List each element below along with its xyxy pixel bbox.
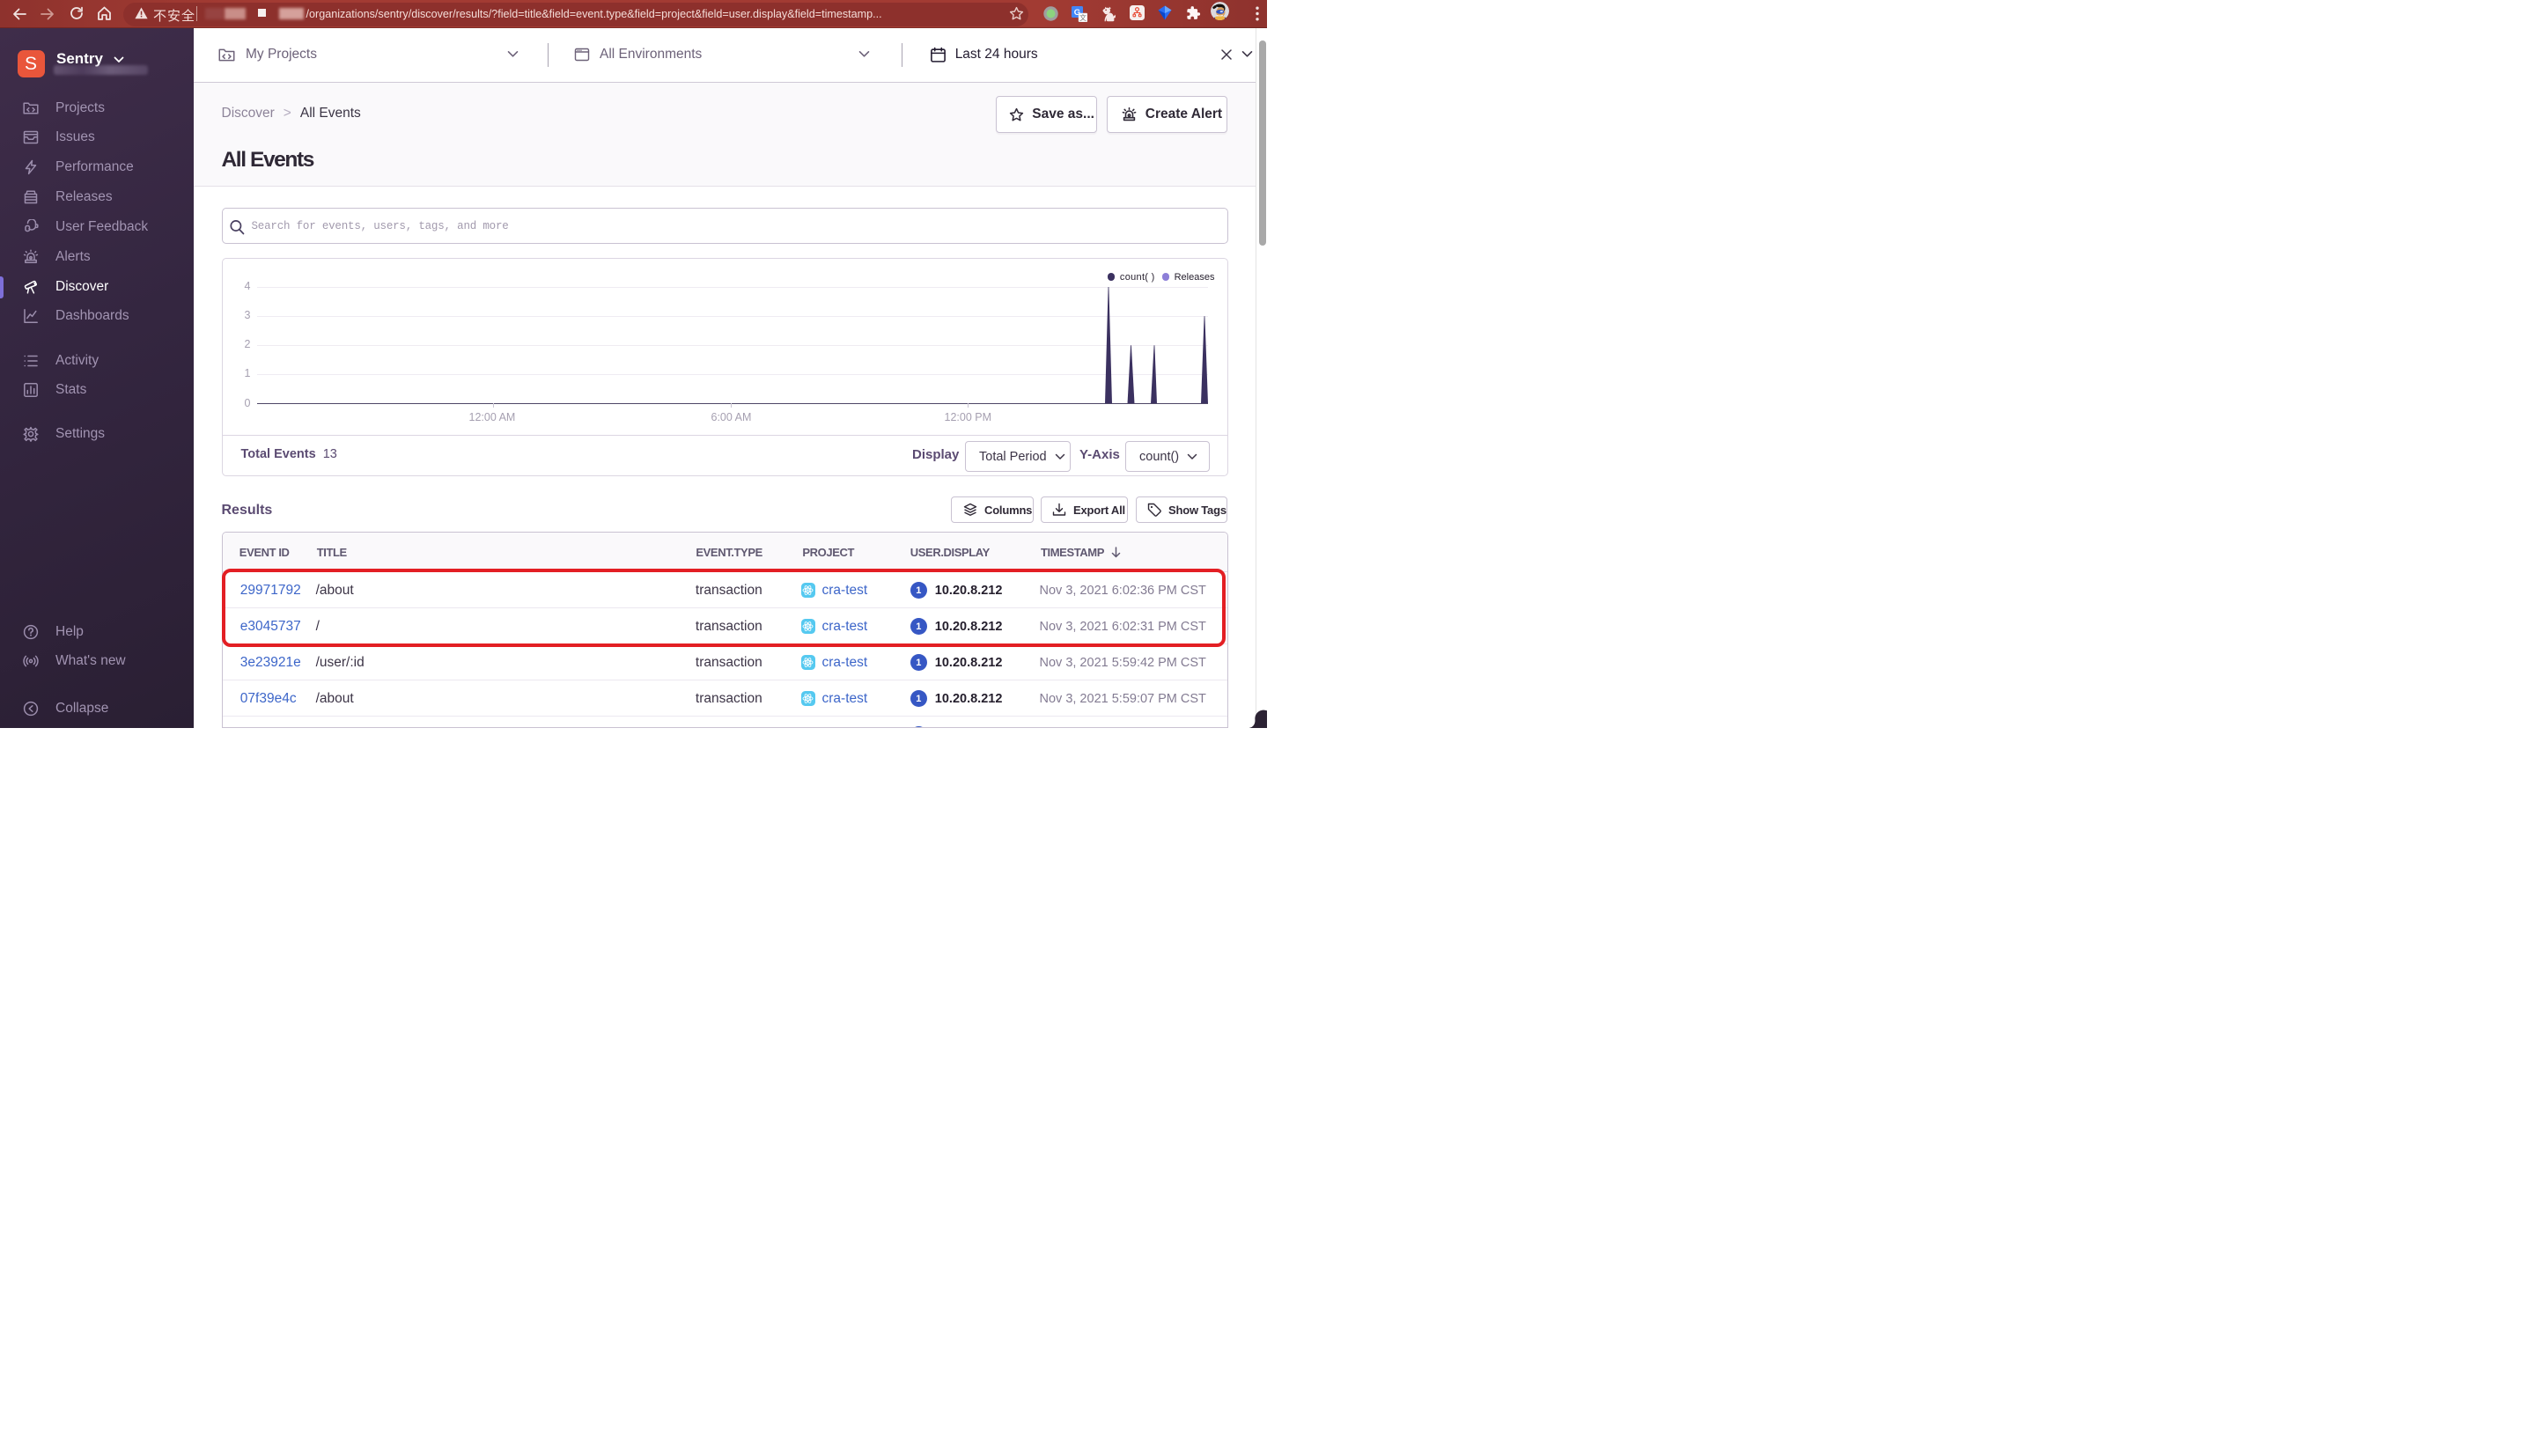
svg-text:文: 文	[1079, 13, 1087, 22]
